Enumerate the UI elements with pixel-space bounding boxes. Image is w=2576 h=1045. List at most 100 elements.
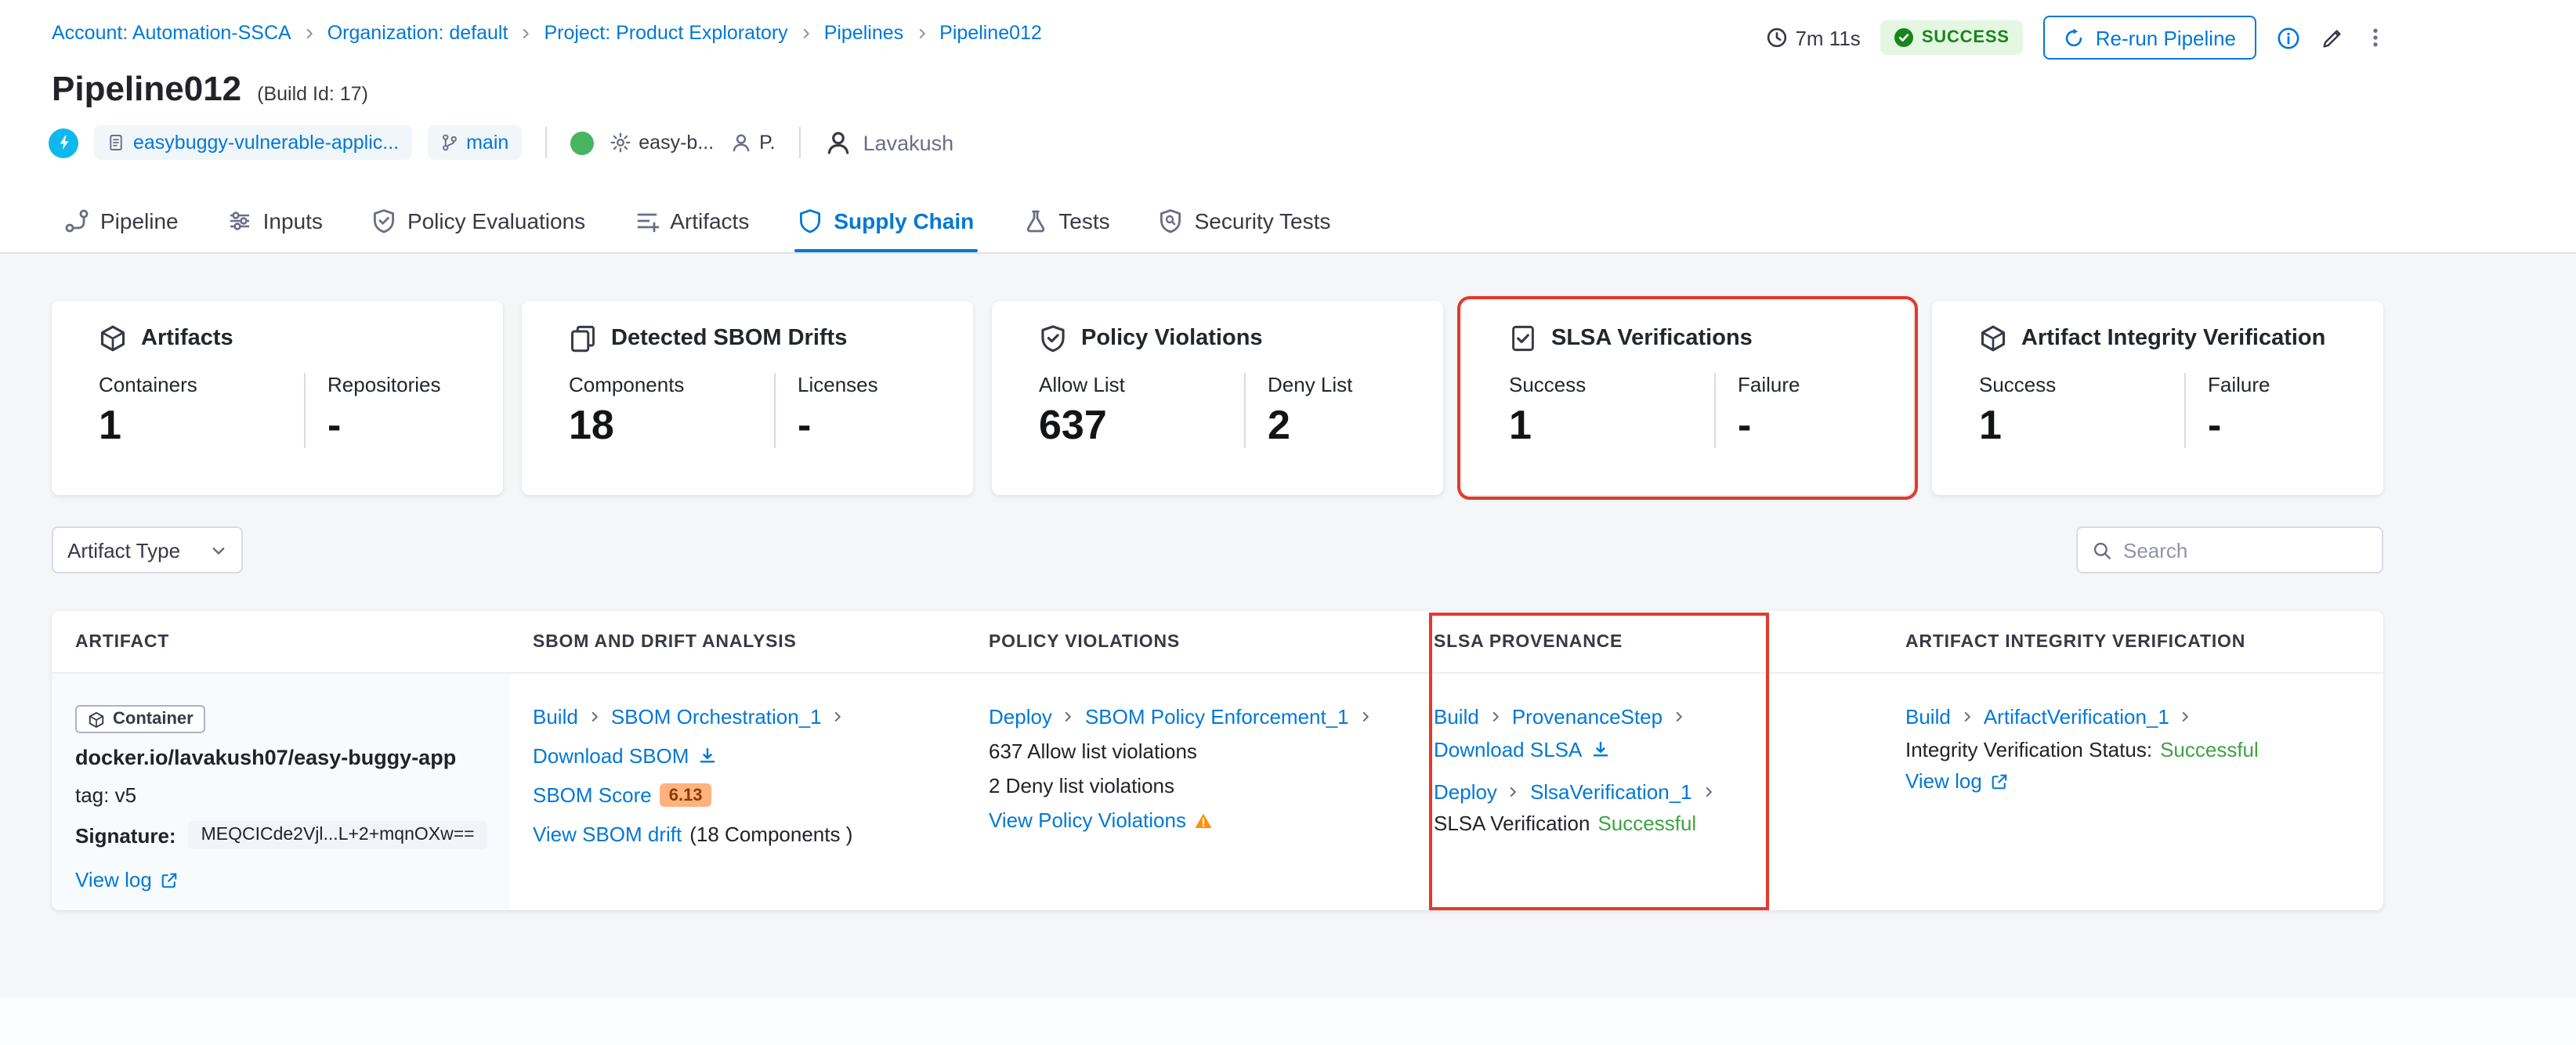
download-icon[interactable]: [696, 746, 717, 766]
policy-stage-link[interactable]: Deploy: [989, 705, 1052, 729]
delegate-item[interactable]: P.: [729, 132, 776, 154]
chevron-right-icon: [1489, 710, 1503, 724]
metric-value: -: [327, 401, 342, 448]
registry-status-icon: [570, 131, 594, 154]
download-icon[interactable]: [1590, 739, 1610, 760]
header-actions: 7m 11s SUCCESS Re-run Pipeline: [1765, 16, 2386, 60]
signature-label: Signature:: [75, 823, 176, 847]
slsa-verification-step-link[interactable]: SlsaVerification_1: [1530, 780, 1692, 804]
policy-step-link[interactable]: SBOM Policy Enforcement_1: [1085, 705, 1349, 729]
chevron-right-icon: [519, 26, 533, 40]
integrity-stage-link[interactable]: Build: [1905, 705, 1951, 729]
policy-cell: Deploy SBOM Policy Enforcement_1 637 All…: [965, 674, 1410, 910]
sbom-score-link[interactable]: SBOM Score: [533, 783, 652, 807]
status-text: SUCCESS: [1921, 28, 2010, 47]
git-branch-icon: [440, 133, 458, 152]
sbom-stage-link[interactable]: Build: [533, 705, 578, 729]
branch-chip[interactable]: main: [427, 125, 522, 160]
metric-label: Failure: [1738, 373, 1800, 396]
execution-duration: 7m 11s: [1765, 26, 1861, 49]
chevron-right-icon: [1359, 710, 1373, 724]
service-item[interactable]: easy-b...: [609, 132, 714, 154]
shield-check-icon: [371, 208, 396, 233]
tab-artifacts[interactable]: Artifacts: [631, 188, 752, 252]
tab-pipeline[interactable]: Pipeline: [61, 188, 182, 252]
metric-label: Components: [569, 373, 685, 396]
provenance-step-link[interactable]: ProvenanceStep: [1512, 705, 1662, 729]
chevron-down-icon: [210, 541, 227, 559]
col-header-integrity: Artifact Integrity Verification: [1905, 632, 2246, 651]
search-input[interactable]: [2123, 538, 2368, 562]
sbom-step-link[interactable]: SBOM Orchestration_1: [611, 705, 822, 729]
tab-policy-evaluations[interactable]: Policy Evaluations: [368, 188, 588, 252]
kebab-menu-icon[interactable]: [2364, 27, 2386, 49]
download-slsa-link[interactable]: Download SLSA: [1434, 738, 1582, 761]
sbom-cell: Build SBOM Orchestration_1 Download SBOM…: [509, 674, 965, 910]
slsa-build-stage-link[interactable]: Build: [1434, 705, 1479, 729]
metric-label: Success: [1509, 373, 1586, 396]
tab-bar: Pipeline Inputs Policy Evaluations Artif…: [61, 188, 1333, 252]
integrity-cell: Build ArtifactVerification_1 Integrity V…: [1882, 674, 2383, 910]
chevron-right-icon: [1672, 710, 1686, 724]
metric-value: 18: [569, 401, 614, 448]
external-link-icon[interactable]: [160, 870, 179, 889]
breadcrumb-link-account[interactable]: Account: Automation-SSCA: [52, 22, 291, 44]
view-sbom-drift-link[interactable]: View SBOM drift: [533, 823, 682, 846]
tab-tests[interactable]: Tests: [1019, 188, 1113, 252]
artifact-type-dropdown[interactable]: Artifact Type: [52, 526, 243, 573]
external-link-icon[interactable]: [1990, 772, 2009, 790]
chevron-right-icon: [914, 26, 928, 40]
delegate-icon: [729, 132, 751, 154]
gear-icon: [609, 132, 631, 154]
edit-pencil-icon[interactable]: [2321, 26, 2344, 49]
tab-supply-chain[interactable]: Supply Chain: [794, 188, 979, 252]
metric-value: 1: [1979, 401, 2002, 448]
deny-list-violations: 2 Deny list violations: [989, 774, 1174, 797]
breadcrumb-link-pipelines[interactable]: Pipelines: [824, 22, 903, 44]
tab-security-tests[interactable]: Security Tests: [1156, 188, 1334, 252]
slsa-deploy-stage-link[interactable]: Deploy: [1434, 780, 1497, 804]
check-circle-icon: [1895, 28, 1914, 47]
breadcrumb-link-project[interactable]: Project: Product Exploratory: [544, 22, 787, 44]
repo-chip[interactable]: easybuggy-vulnerable-applic...: [94, 125, 412, 160]
allow-list-violations: 637 Allow list violations: [989, 739, 1197, 763]
chevron-right-icon: [1702, 785, 1716, 799]
metric-value: 637: [1039, 401, 1107, 448]
slsa-verification-label: SLSA Verification: [1434, 812, 1590, 835]
col-header-policy: Policy Violations: [989, 632, 1181, 651]
repository-icon: [107, 133, 125, 152]
artifact-integrity-card: Artifact Integrity Verification Success 1…: [1932, 301, 2383, 495]
artifact-verification-step-link[interactable]: ArtifactVerification_1: [1984, 705, 2169, 729]
rerun-pipeline-button[interactable]: Re-run Pipeline: [2043, 16, 2256, 60]
container-icon: [88, 711, 105, 728]
shield-scan-icon: [1159, 208, 1184, 233]
app-header: Account: Automation-SSCA Organization: d…: [0, 0, 2576, 254]
build-id: (Build Id: 17): [257, 83, 368, 105]
triggered-by-user: Lavakush: [824, 128, 953, 157]
metric-label: Containers: [99, 373, 197, 396]
breadcrumb: Account: Automation-SSCA Organization: d…: [52, 22, 1042, 44]
execution-meta-row: easybuggy-vulnerable-applic... main easy…: [49, 125, 953, 160]
breadcrumb-link-org[interactable]: Organization: default: [327, 22, 508, 44]
metric-value: 2: [1268, 401, 1290, 448]
avatar: [824, 128, 852, 157]
download-sbom-link[interactable]: Download SBOM: [533, 744, 689, 768]
chevron-right-icon: [588, 710, 602, 724]
breadcrumb-link-pipeline[interactable]: Pipeline012: [939, 22, 1042, 44]
refresh-icon: [2064, 27, 2085, 48]
sbom-components-count: (18 Components ): [689, 823, 853, 846]
metric-label: Failure: [2208, 373, 2270, 396]
signature-value: MEQCICde2Vjl...L+2+mqnOXw==: [188, 821, 487, 849]
view-log-link[interactable]: View log: [1905, 769, 1982, 793]
info-icon[interactable]: [2277, 26, 2300, 49]
slsa-cell: Build ProvenanceStep Download SLSA Deplo…: [1410, 674, 1882, 910]
title-row: Pipeline012 (Build Id: 17): [52, 69, 368, 110]
chevron-right-icon: [831, 710, 845, 724]
chevron-right-icon: [1507, 785, 1521, 799]
view-policy-violations-link[interactable]: View Policy Violations: [989, 808, 1186, 832]
artifacts-table: Artifact SBOM and Drift Analysis Policy …: [52, 611, 2383, 910]
tab-inputs[interactable]: Inputs: [224, 188, 326, 252]
status-badge: SUCCESS: [1880, 20, 2024, 55]
search-box[interactable]: [2076, 526, 2383, 573]
view-log-link[interactable]: View log: [75, 868, 152, 891]
